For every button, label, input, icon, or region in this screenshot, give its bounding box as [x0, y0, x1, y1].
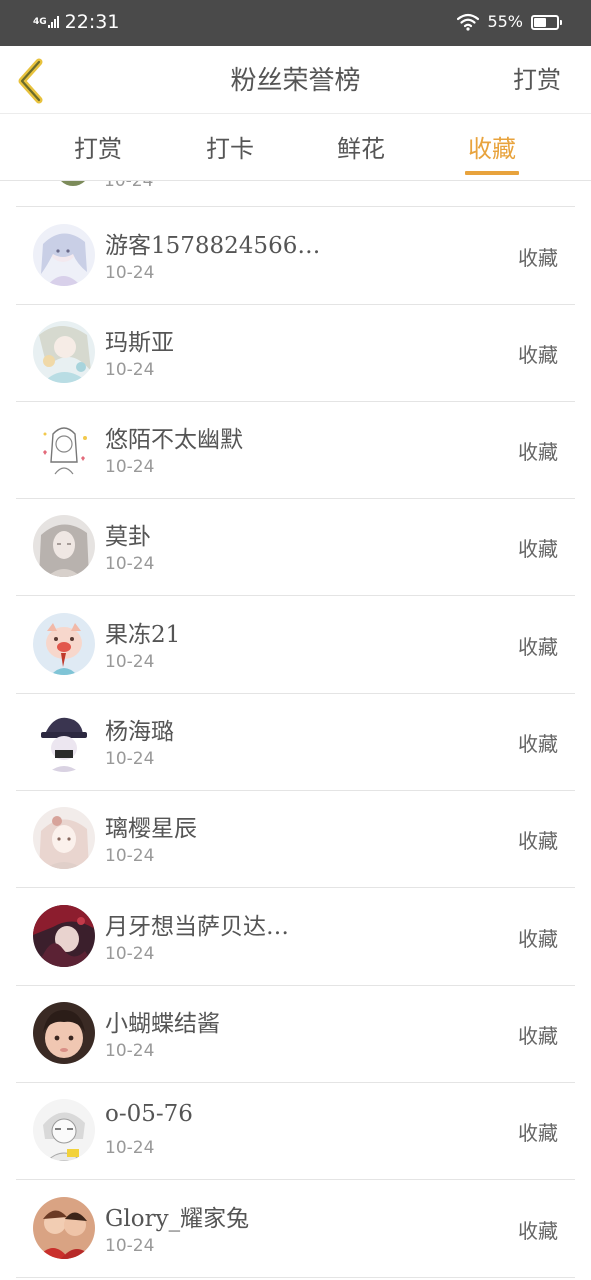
tab-flowers[interactable]: 鲜花 [306, 129, 416, 164]
child-photo-avatar-icon [33, 1002, 95, 1064]
status-bar: 4G 22:31 55% [0, 0, 591, 46]
avatar[interactable] [33, 1197, 95, 1259]
battery-percent: 55% [487, 12, 523, 31]
status-right: 55% [457, 11, 562, 33]
list-item-partial[interactable]: 10-24 [16, 181, 575, 207]
pig-cartoon-avatar-icon [33, 613, 95, 675]
sketch-boy-avatar-icon [33, 1099, 95, 1161]
tab-favorites[interactable]: 收藏 [437, 129, 547, 164]
avatar[interactable] [33, 224, 95, 286]
anime-girl-avatar-icon [33, 321, 95, 383]
reward-button[interactable]: 打赏 [513, 60, 561, 95]
favorite-label: 收藏 [518, 1024, 558, 1048]
red-dark-avatar-icon [33, 905, 95, 967]
hat-character-avatar-icon [33, 710, 95, 772]
user-name: 游客1578824566… [105, 233, 321, 259]
favorite-label: 收藏 [518, 635, 558, 659]
battery-nub [560, 19, 562, 25]
avatar[interactable] [33, 321, 95, 383]
user-name: 玛斯亚 [105, 330, 174, 356]
avatar[interactable] [33, 807, 95, 869]
user-name: 杨海璐 [105, 719, 174, 745]
user-name: 果冻21 [105, 622, 181, 648]
item-date: 10-24 [105, 457, 155, 477]
list-item[interactable]: o-05-76 10-24 收藏 [16, 1083, 575, 1180]
network-type: 4G [33, 16, 47, 27]
favorite-label: 收藏 [518, 1121, 558, 1145]
list-item[interactable]: 月牙想当萨贝达… 10-24 收藏 [16, 889, 575, 986]
list-item[interactable]: 璃樱星辰 10-24 收藏 [16, 791, 575, 888]
favorite-label: 收藏 [518, 343, 558, 367]
item-date: 10-24 [105, 554, 155, 574]
wifi-icon [457, 13, 480, 31]
user-name: 小蝴蝶结酱 [105, 1011, 220, 1037]
avatar [56, 181, 90, 186]
item-date: 10-24 [105, 944, 155, 964]
avatar[interactable] [33, 1002, 95, 1064]
tab-checkin[interactable]: 打卡 [175, 129, 285, 164]
user-name: o-05-76 [105, 1101, 193, 1127]
user-name: 悠陌不太幽默 [105, 427, 243, 453]
sketch-girl-avatar-icon [33, 418, 95, 480]
signal-icon [47, 16, 59, 28]
avatar[interactable] [33, 418, 95, 480]
status-time: 22:31 [64, 11, 120, 33]
list-item[interactable]: 果冻21 10-24 收藏 [16, 597, 575, 694]
fan-list[interactable]: 10-24 游客1578824566… 10-24 收藏 玛斯亚 10-24 收… [0, 181, 591, 1280]
user-name: 莫卦 [105, 524, 151, 550]
favorite-label: 收藏 [518, 537, 558, 561]
list-item[interactable]: 杨海璐 10-24 收藏 [16, 694, 575, 791]
user-name: Glory_耀家兔 [105, 1206, 250, 1232]
favorite-label: 收藏 [518, 440, 558, 464]
tab-reward[interactable]: 打赏 [43, 129, 153, 164]
item-date: 10-24 [104, 181, 154, 191]
avatar[interactable] [33, 710, 95, 772]
list-item[interactable]: 玛斯亚 10-24 收藏 [16, 305, 575, 402]
battery-fill [534, 17, 546, 27]
list-item[interactable]: 游客1578824566… 10-24 收藏 [16, 208, 575, 305]
item-date: 10-24 [105, 1041, 155, 1061]
favorite-label: 收藏 [518, 732, 558, 756]
tab-bar: 打赏 打卡 鲜花 收藏 [0, 115, 591, 181]
avatar[interactable] [33, 515, 95, 577]
avatar[interactable] [33, 1099, 95, 1161]
avatar[interactable] [33, 905, 95, 967]
anime-girl-avatar-icon [33, 807, 95, 869]
item-date: 10-24 [105, 652, 155, 672]
favorite-label: 收藏 [518, 1219, 558, 1243]
anime-girl-avatar-icon [33, 224, 95, 286]
item-date: 10-24 [105, 846, 155, 866]
favorite-label: 收藏 [518, 246, 558, 270]
user-name: 璃樱星辰 [105, 816, 197, 842]
list-item[interactable]: Glory_耀家兔 10-24 收藏 [16, 1181, 575, 1278]
item-date: 10-24 [105, 1236, 155, 1256]
page-title: 粉丝荣誉榜 [230, 66, 361, 96]
couple-photo-avatar-icon [33, 1197, 95, 1259]
list-item[interactable]: 小蝴蝶结酱 10-24 收藏 [16, 986, 575, 1083]
avatar[interactable] [33, 613, 95, 675]
favorite-label: 收藏 [518, 927, 558, 951]
item-date: 10-24 [105, 263, 155, 283]
gray-girl-avatar-icon [33, 515, 95, 577]
user-name: 月牙想当萨贝达… [105, 914, 289, 940]
favorite-label: 收藏 [518, 829, 558, 853]
item-date: 10-24 [105, 749, 155, 769]
list-item[interactable]: 悠陌不太幽默 10-24 收藏 [16, 402, 575, 499]
item-date: 10-24 [105, 360, 155, 380]
item-date: 10-24 [105, 1138, 155, 1158]
active-tab-indicator [465, 171, 519, 175]
battery-icon [531, 14, 562, 30]
list-item[interactable]: 莫卦 10-24 收藏 [16, 499, 575, 596]
status-left: 4G 22:31 [33, 10, 119, 34]
nav-bar: 粉丝荣誉榜 打赏 [0, 46, 591, 114]
